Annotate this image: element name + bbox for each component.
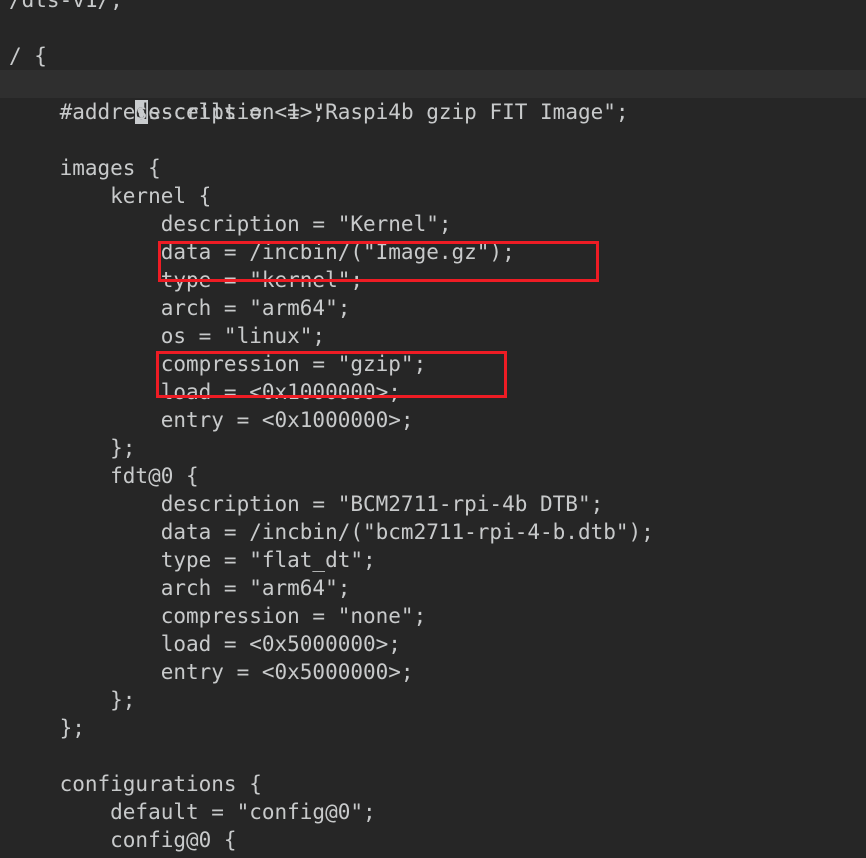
code-line[interactable]: default = "config@0"; bbox=[0, 798, 866, 826]
code-line[interactable] bbox=[0, 126, 866, 154]
code-line[interactable]: compression = "none"; bbox=[0, 602, 866, 630]
code-line[interactable]: / { bbox=[0, 42, 866, 70]
code-line[interactable]: }; bbox=[0, 686, 866, 714]
code-line[interactable]: }; bbox=[0, 434, 866, 462]
code-line[interactable]: entry = <0x5000000>; bbox=[0, 658, 866, 686]
code-line[interactable]: #address-cells = <1>; bbox=[0, 98, 866, 126]
code-line[interactable]: fdt@0 { bbox=[0, 462, 866, 490]
code-line[interactable]: type = "kernel"; bbox=[0, 266, 866, 294]
code-line[interactable]: data = /incbin/("Image.gz"); bbox=[0, 238, 866, 266]
code-line[interactable]: description = "Kernel"; bbox=[0, 210, 866, 238]
code-line[interactable] bbox=[0, 14, 866, 42]
code-line[interactable]: load = <0x5000000>; bbox=[0, 630, 866, 658]
code-line[interactable]: os = "linux"; bbox=[0, 322, 866, 350]
code-line[interactable]: description = "BCM2711-rpi-4b DTB"; bbox=[0, 490, 866, 518]
code-line[interactable]: }; bbox=[0, 714, 866, 742]
code-editor[interactable]: /dts-v1/; / { description = "Raspi4b gzi… bbox=[0, 0, 866, 858]
code-line[interactable]: arch = "arm64"; bbox=[0, 294, 866, 322]
code-line[interactable]: entry = <0x1000000>; bbox=[0, 406, 866, 434]
code-line[interactable]: images { bbox=[0, 154, 866, 182]
code-line[interactable]: data = /incbin/("bcm2711-rpi-4-b.dtb"); bbox=[0, 518, 866, 546]
code-line-with-cursor[interactable]: description = "Raspi4b gzip FIT Image"; bbox=[0, 70, 866, 124]
code-line[interactable]: configurations { bbox=[0, 770, 866, 798]
code-line[interactable]: type = "flat_dt"; bbox=[0, 546, 866, 574]
code-line[interactable] bbox=[0, 742, 866, 770]
code-line[interactable]: kernel { bbox=[0, 182, 866, 210]
code-line[interactable]: config@0 { bbox=[0, 826, 866, 854]
code-text-area[interactable]: /dts-v1/; / { description = "Raspi4b gzi… bbox=[0, 0, 866, 854]
code-line[interactable]: load = <0x1000000>; bbox=[0, 378, 866, 406]
code-line[interactable]: compression = "gzip"; bbox=[0, 350, 866, 378]
code-line[interactable]: arch = "arm64"; bbox=[0, 574, 866, 602]
code-line[interactable]: /dts-v1/; bbox=[0, 0, 866, 14]
